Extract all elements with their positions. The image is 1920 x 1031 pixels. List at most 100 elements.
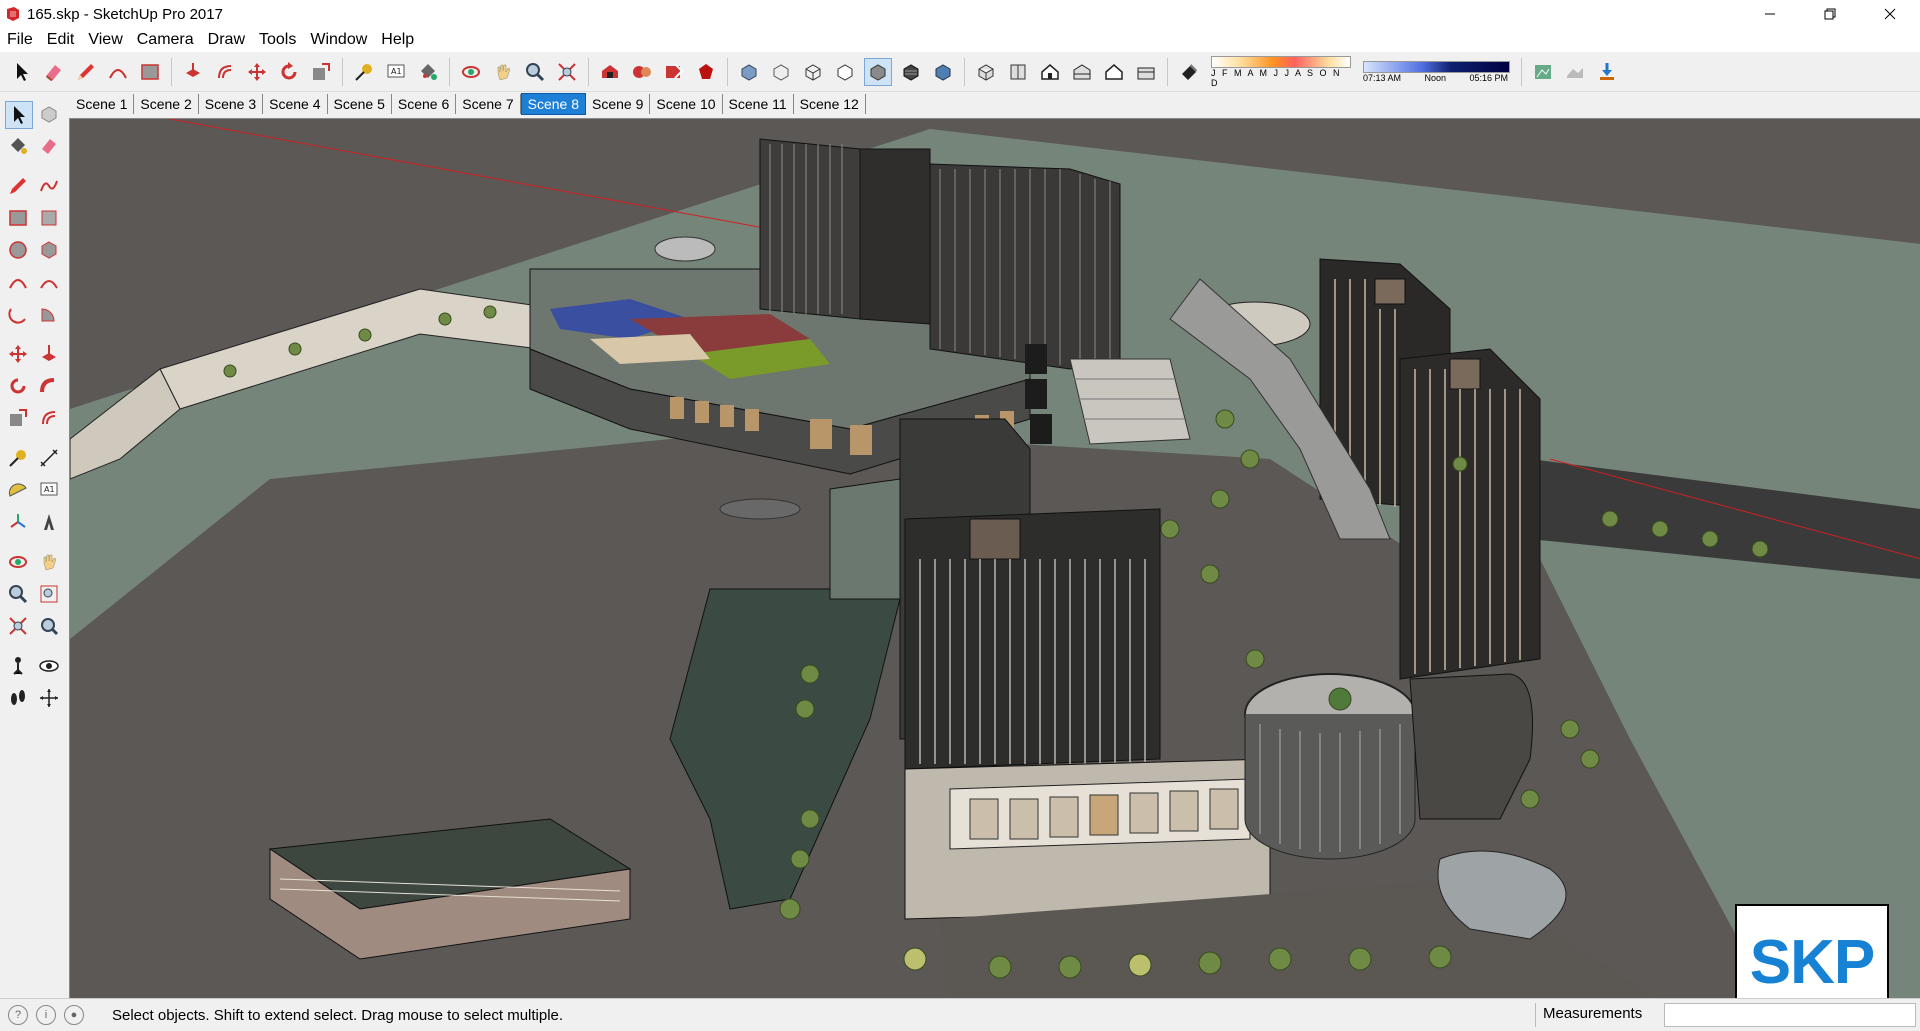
zoom-extents-tool[interactable] [5, 613, 31, 639]
push-pull-tool[interactable] [36, 341, 62, 367]
rotate-tool[interactable] [5, 373, 31, 399]
front-view-button[interactable] [1037, 59, 1063, 85]
shadow-time-slider[interactable]: 07:13 AM Noon 05:16 PM [1363, 56, 1510, 88]
rotate-button[interactable] [276, 59, 302, 85]
menu-draw[interactable]: Draw [201, 28, 252, 52]
wireframe-button[interactable] [800, 59, 826, 85]
make-component-tool[interactable] [36, 101, 62, 127]
tape-measure-tool[interactable] [5, 445, 31, 471]
previous-view-tool[interactable] [36, 613, 62, 639]
offset-button[interactable] [212, 59, 238, 85]
rectangle-tool[interactable] [5, 205, 31, 231]
extension-warehouse-button[interactable] [693, 59, 719, 85]
two-point-arc-tool[interactable] [36, 269, 62, 295]
orbit-tool[interactable] [5, 549, 31, 575]
circle-tool[interactable] [5, 237, 31, 263]
text-tool[interactable]: A1 [36, 477, 62, 503]
scene-tab-6[interactable]: Scene 6 [392, 94, 457, 114]
section-plane-tool[interactable] [36, 685, 62, 711]
orbit-button[interactable] [458, 59, 484, 85]
shadows-toggle-button[interactable] [1176, 59, 1202, 85]
text-button[interactable]: A1 [383, 59, 409, 85]
left-view-button[interactable] [1133, 59, 1159, 85]
zoom-extents-button[interactable] [554, 59, 580, 85]
push-pull-button[interactable] [180, 59, 206, 85]
shaded-button[interactable] [864, 57, 892, 86]
menu-window[interactable]: Window [303, 28, 374, 52]
scale-button[interactable] [308, 59, 334, 85]
follow-me-tool[interactable] [36, 373, 62, 399]
arc-tool[interactable] [5, 269, 31, 295]
scene-tab-8[interactable]: Scene 8 [520, 93, 586, 115]
pan-button[interactable] [490, 59, 516, 85]
zoom-tool[interactable] [5, 581, 31, 607]
shadow-date-slider[interactable]: J F M A M J J A S O N D [1211, 55, 1351, 88]
dimension-tool[interactable] [36, 445, 62, 471]
share-model-button[interactable] [629, 59, 655, 85]
warehouse-button[interactable] [597, 59, 623, 85]
polygon-tool[interactable] [36, 237, 62, 263]
offset-tool[interactable] [36, 405, 62, 431]
scene-tab-1[interactable]: Scene 1 [70, 94, 135, 114]
toggle-terrain-button[interactable] [1562, 59, 1588, 85]
close-button[interactable] [1860, 0, 1920, 28]
menu-file[interactable]: File [0, 28, 40, 52]
xray-button[interactable] [736, 59, 762, 85]
scene-tab-5[interactable]: Scene 5 [328, 94, 392, 114]
add-location-button[interactable] [1530, 59, 1556, 85]
line-tool-button[interactable] [73, 59, 99, 85]
axes-tool[interactable] [5, 509, 31, 535]
shaded-textures-button[interactable] [898, 59, 924, 85]
scene-tab-10[interactable]: Scene 10 [650, 94, 723, 114]
look-around-tool[interactable] [36, 653, 62, 679]
scene-tab-4[interactable]: Scene 4 [263, 94, 328, 114]
geo-location-icon[interactable]: ? [8, 1005, 28, 1025]
scene-tab-2[interactable]: Scene 2 [134, 94, 199, 114]
top-view-button[interactable] [1005, 59, 1031, 85]
rectangle-tool-button[interactable] [137, 59, 163, 85]
paint-bucket-button[interactable] [415, 59, 441, 85]
arc-tool-button[interactable] [105, 59, 131, 85]
scene-tab-7[interactable]: Scene 7 [456, 94, 521, 114]
iso-view-button[interactable] [973, 59, 999, 85]
move-button[interactable] [244, 59, 270, 85]
move-tool[interactable] [5, 341, 31, 367]
hidden-line-button[interactable] [832, 59, 858, 85]
walk-tool[interactable] [5, 685, 31, 711]
pie-tool[interactable] [36, 301, 62, 327]
scene-tab-9[interactable]: Scene 9 [586, 94, 651, 114]
share-component-button[interactable] [661, 59, 687, 85]
scene-tab-11[interactable]: Scene 11 [723, 94, 794, 114]
menu-camera[interactable]: Camera [130, 28, 201, 52]
paint-bucket-tool[interactable] [5, 133, 31, 159]
measurements-input[interactable] [1664, 1003, 1916, 1027]
pan-tool[interactable] [36, 549, 62, 575]
shadow-date-track[interactable] [1211, 55, 1351, 68]
user-account-icon[interactable]: ● [64, 1005, 84, 1025]
select-tool[interactable] [5, 101, 33, 129]
tape-measure-button[interactable] [351, 59, 377, 85]
rotated-rectangle-tool[interactable] [36, 205, 62, 231]
protractor-tool[interactable] [5, 477, 31, 503]
restore-button[interactable] [1800, 0, 1860, 28]
select-tool-button[interactable] [9, 59, 35, 85]
eraser-tool[interactable] [36, 133, 62, 159]
monochrome-button[interactable] [930, 59, 956, 85]
three-point-arc-tool[interactable] [5, 301, 31, 327]
back-view-button[interactable] [1101, 59, 1127, 85]
line-tool[interactable] [5, 173, 31, 199]
right-view-button[interactable] [1069, 59, 1095, 85]
eraser-tool-button[interactable] [41, 59, 67, 85]
freehand-tool[interactable] [36, 173, 62, 199]
menu-view[interactable]: View [81, 28, 129, 52]
scene-tab-12[interactable]: Scene 12 [794, 94, 866, 114]
minimize-button[interactable] [1740, 0, 1800, 28]
back-edges-button[interactable] [768, 59, 794, 85]
menu-edit[interactable]: Edit [40, 28, 82, 52]
shadow-time-track[interactable] [1363, 60, 1510, 73]
credits-icon[interactable]: i [36, 1005, 56, 1025]
3d-text-tool[interactable] [36, 509, 62, 535]
menu-help[interactable]: Help [374, 28, 421, 52]
menu-tools[interactable]: Tools [252, 28, 303, 52]
scene-tab-3[interactable]: Scene 3 [199, 94, 264, 114]
